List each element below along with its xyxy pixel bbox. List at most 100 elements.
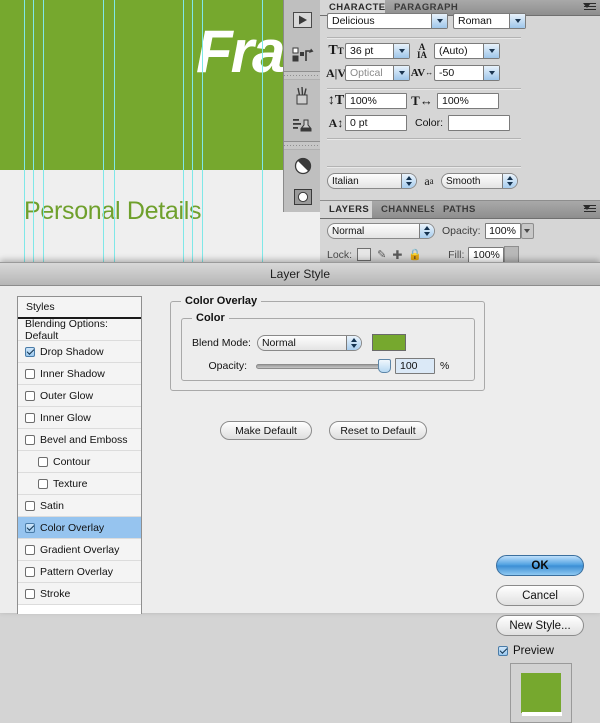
tracking-select[interactable]: -50 — [434, 65, 500, 81]
styles-list-item[interactable]: Blending Options: Default — [18, 318, 141, 342]
baseline-shift-field[interactable]: 0 pt — [345, 115, 407, 131]
new-style-button[interactable]: New Style... — [496, 615, 584, 636]
overlay-opacity-field[interactable]: 100 — [395, 358, 435, 374]
canvas-guide[interactable] — [192, 0, 193, 262]
layer-opacity-field[interactable]: 100% — [484, 223, 521, 239]
cancel-button[interactable]: Cancel — [496, 585, 584, 606]
document-canvas[interactable]: Fra Personal Details — [0, 0, 320, 262]
style-effect-checkbox[interactable] — [25, 544, 35, 555]
horizontal-scale-field[interactable]: 100% — [437, 93, 499, 109]
layer-opacity-dropdown[interactable] — [520, 223, 534, 239]
slider-knob[interactable] — [378, 359, 391, 373]
rail-grip-brushes[interactable] — [284, 72, 321, 80]
panel-menu-icon[interactable] — [583, 204, 597, 215]
preview-toggle-row[interactable]: Preview — [498, 645, 588, 657]
styles-list-item[interactable]: Texture — [18, 473, 141, 495]
mask-glyph — [293, 188, 312, 205]
font-family-select[interactable]: Delicious — [327, 13, 448, 29]
style-effect-checkbox[interactable] — [25, 412, 35, 423]
styles-list-item[interactable]: Pattern Overlay — [18, 561, 141, 583]
styles-list-item[interactable]: Inner Shadow — [18, 363, 141, 385]
canvas-guide[interactable] — [114, 0, 115, 262]
style-effect-checkbox[interactable] — [25, 500, 35, 511]
style-effect-checkbox[interactable] — [38, 478, 48, 489]
canvas-guide[interactable] — [183, 0, 184, 262]
styles-list-item[interactable]: Drop Shadow — [18, 341, 141, 363]
reset-to-default-button[interactable]: Reset to Default — [329, 421, 427, 440]
styles-list-item[interactable]: Satin — [18, 495, 141, 517]
style-effect-checkbox[interactable] — [25, 346, 35, 357]
chevron-down-icon[interactable] — [393, 66, 409, 80]
canvas-guide[interactable] — [202, 0, 203, 262]
styles-list-header[interactable]: Styles — [18, 297, 141, 319]
canvas-guide[interactable] — [262, 0, 263, 262]
ok-button[interactable]: OK — [496, 555, 584, 576]
styles-list-item[interactable]: Contour — [18, 451, 141, 473]
layer-blend-mode-select[interactable]: Normal — [327, 223, 435, 239]
actions-panel-icon[interactable] — [284, 40, 321, 71]
antialias-stepper[interactable] — [502, 174, 517, 188]
styles-list-item[interactable]: Bevel and Emboss — [18, 429, 141, 451]
styles-list-item[interactable]: Stroke — [18, 583, 141, 605]
styles-list-item[interactable]: Inner Glow — [18, 407, 141, 429]
language-stepper[interactable] — [401, 174, 416, 188]
style-effect-checkbox[interactable] — [25, 588, 35, 599]
masks-panel-icon[interactable] — [284, 181, 321, 212]
layer-fill-field[interactable]: 100% — [468, 246, 505, 263]
panel-menu-triangle — [583, 3, 591, 8]
overlay-blend-mode-stepper[interactable] — [345, 335, 361, 350]
stepper-up-icon — [424, 226, 430, 230]
canvas-guide[interactable] — [24, 0, 25, 262]
canvas-guide[interactable] — [43, 0, 44, 262]
vertical-scale-field[interactable]: 100% — [345, 93, 407, 109]
dialog-title-bar[interactable]: Layer Style — [0, 263, 600, 286]
styles-list[interactable]: Styles Blending Options: Default Drop Shad… — [17, 296, 142, 614]
layer-fill-dropdown[interactable] — [504, 246, 520, 263]
chevron-down-icon[interactable] — [431, 14, 447, 28]
lock-all-icon[interactable]: 🔒 — [408, 248, 422, 261]
overlay-blend-mode-select[interactable]: Normal — [256, 334, 362, 351]
language-select[interactable]: Italian — [327, 173, 417, 189]
tab-paths[interactable]: PATHS — [434, 201, 478, 218]
text-color-swatch[interactable] — [448, 115, 511, 131]
font-style-select[interactable]: Roman — [453, 13, 526, 29]
adjustments-panel-icon[interactable] — [284, 150, 321, 181]
animation-panel-icon[interactable] — [284, 0, 321, 40]
language-antialias-row: Italian aa Smooth — [327, 173, 518, 189]
leading-select[interactable]: (Auto) — [434, 43, 500, 59]
font-size-select[interactable]: 36 pt — [345, 43, 410, 59]
canvas-guide[interactable] — [103, 0, 104, 262]
chevron-down-icon[interactable] — [393, 44, 409, 58]
styles-list-item[interactable]: Gradient Overlay — [18, 539, 141, 561]
preview-checkbox[interactable] — [498, 646, 508, 656]
lock-position-icon[interactable]: ✚ — [392, 248, 402, 262]
chevron-down-icon[interactable] — [483, 66, 499, 80]
lock-image-pixels-icon[interactable]: ✎ — [377, 248, 386, 261]
chevron-down-icon[interactable] — [483, 44, 499, 58]
canvas-subtitle-text: Personal Details — [24, 197, 202, 225]
tab-channels[interactable]: CHANNELS — [372, 201, 437, 218]
brushes-panel-icon[interactable] — [284, 80, 321, 111]
tab-layers[interactable]: LAYERS — [320, 201, 372, 218]
style-effect-checkbox[interactable] — [25, 390, 35, 401]
style-effect-checkbox[interactable] — [38, 456, 48, 467]
styles-list-item[interactable]: Outer Glow — [18, 385, 141, 407]
styles-list-item[interactable]: Color Overlay — [18, 517, 141, 539]
antialias-select[interactable]: Smooth — [441, 173, 518, 189]
style-effect-checkbox[interactable] — [25, 566, 35, 577]
make-default-button[interactable]: Make Default — [220, 421, 312, 440]
style-effect-checkbox[interactable] — [25, 522, 35, 533]
blend-mode-stepper[interactable] — [419, 224, 434, 238]
style-effect-checkbox[interactable] — [25, 434, 35, 445]
clone-source-panel-icon[interactable] — [284, 111, 321, 142]
panel-menu-icon[interactable] — [583, 2, 597, 13]
chevron-down-icon[interactable] — [509, 14, 525, 28]
kerning-select[interactable]: Optical — [345, 65, 410, 81]
canvas-guide[interactable] — [33, 0, 34, 262]
overlay-color-swatch[interactable] — [371, 334, 406, 351]
rail-grip-adjustments[interactable] — [284, 142, 321, 150]
lock-transparent-pixels-icon[interactable] — [357, 248, 372, 261]
style-effect-checkbox[interactable] — [25, 368, 35, 379]
overlay-opacity-slider[interactable] — [256, 359, 391, 373]
layer-style-dialog: Layer Style Styles Blending Options: Defa… — [0, 262, 600, 723]
